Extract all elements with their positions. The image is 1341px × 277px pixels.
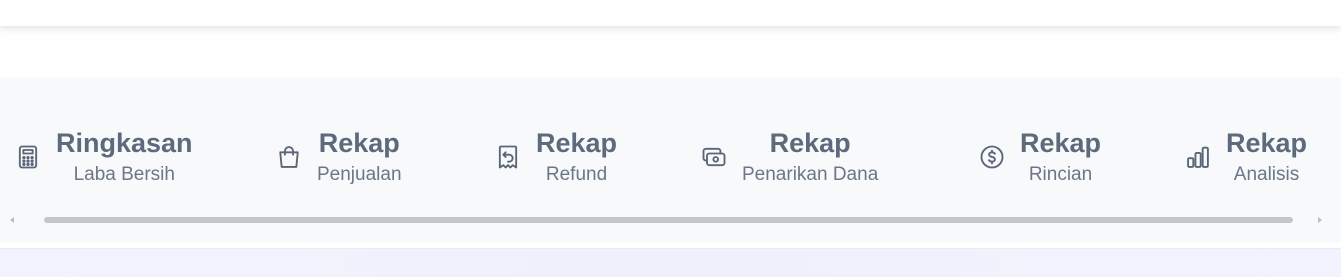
tab-ringkasan-laba-bersih[interactable]: Ringkasan Laba Bersih	[14, 118, 193, 196]
tab-title: Rekap	[769, 128, 851, 158]
tab-strip: Ringkasan Laba Bersih Rekap Penjualan Re…	[0, 78, 1341, 242]
tab-subtitle: Laba Bersih	[73, 164, 175, 185]
tab-title: Rekap	[318, 128, 400, 158]
tab-text: Rekap Penarikan Dana	[742, 126, 878, 188]
tab-title: Ringkasan	[56, 128, 193, 158]
tab-text: Ringkasan Laba Bersih	[56, 126, 193, 188]
tab-rekap-penjualan[interactable]: Rekap Penjualan	[275, 118, 402, 196]
tab-subtitle: Analisis	[1233, 164, 1300, 185]
shopping-bag-icon	[275, 143, 303, 171]
report-tabs: Ringkasan Laba Bersih Rekap Penjualan Re…	[0, 78, 1341, 198]
top-bar	[0, 0, 1341, 26]
receipt-refund-icon	[494, 143, 522, 171]
tab-rekap-analisis[interactable]: Rekap Analisis	[1184, 118, 1307, 196]
cash-withdraw-icon	[700, 143, 728, 171]
calculator-icon	[14, 143, 42, 171]
dollar-circle-icon	[978, 143, 1006, 171]
scroll-left-arrow[interactable]	[10, 217, 14, 223]
scroll-right-arrow[interactable]	[1318, 217, 1322, 223]
tab-subtitle: Penjualan	[317, 164, 402, 185]
tab-rekap-rincian[interactable]: Rekap Rincian	[978, 118, 1101, 196]
tab-subtitle: Rincian	[1028, 164, 1093, 185]
content-area	[0, 248, 1341, 277]
tab-rekap-penarikan-dana[interactable]: Rekap Penarikan Dana	[700, 118, 878, 196]
tab-text: Rekap Analisis	[1226, 126, 1307, 188]
tab-rekap-refund[interactable]: Rekap Refund	[494, 118, 617, 196]
report-nav-section: Ringkasan Laba Bersih Rekap Penjualan Re…	[0, 26, 1341, 248]
tab-title: Rekap	[536, 128, 618, 158]
tab-text: Rekap Penjualan	[317, 126, 402, 188]
tab-title: Rekap	[1226, 128, 1308, 158]
tab-subtitle: Penarikan Dana	[742, 164, 879, 185]
horizontal-scrollbar[interactable]	[44, 217, 1293, 223]
tab-subtitle: Refund	[545, 164, 608, 185]
tab-title: Rekap	[1020, 128, 1102, 158]
tab-text: Rekap Rincian	[1020, 126, 1101, 188]
tab-text: Rekap Refund	[536, 126, 617, 188]
bar-chart-icon	[1184, 143, 1212, 171]
